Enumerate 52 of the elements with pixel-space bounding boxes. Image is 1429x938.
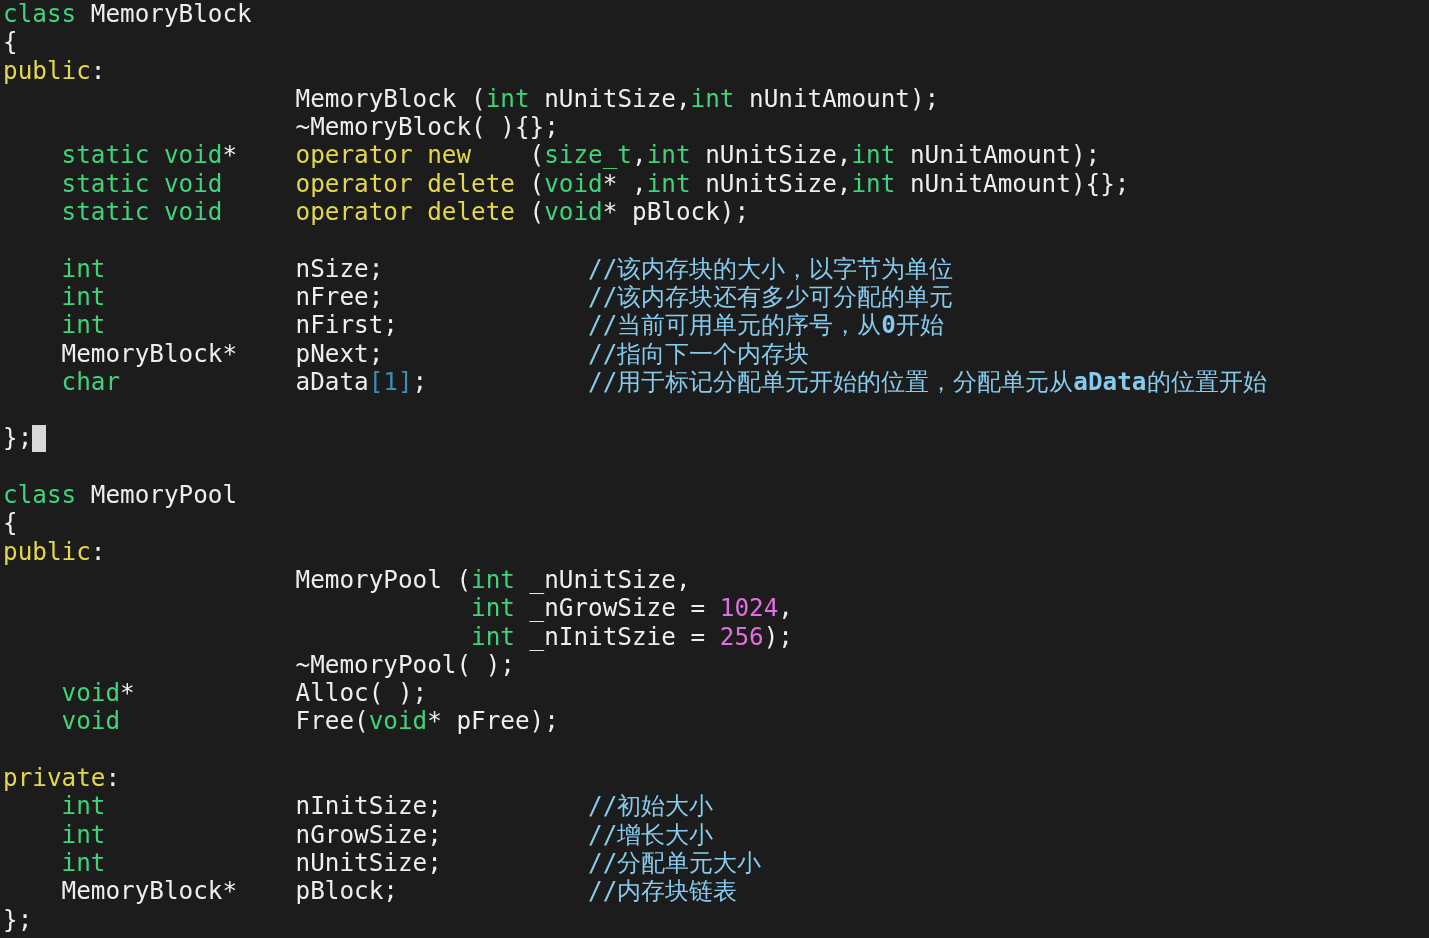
code-text: nFirst; <box>295 311 398 340</box>
code-text: nSize; <box>295 254 384 283</box>
code-comment: //该内存块的大小，以字节为单位 <box>588 254 954 283</box>
code-text: MemoryBlock (int nUnitSize,int nUnitAmount); <box>295 84 940 114</box>
code-comment: //指向下一个内存块 <box>588 339 810 368</box>
code-text: public: <box>3 537 106 566</box>
code-text: int _nInitSzie = 256); <box>471 622 793 651</box>
code-text: nFree; <box>295 282 384 312</box>
code-text: }; <box>3 905 33 934</box>
code-text: nUnitSize; <box>295 848 442 878</box>
code-text: { <box>3 509 18 538</box>
code-text: class MemoryBlock <box>3 0 252 29</box>
code-text: static void* <box>61 141 238 170</box>
code-text: public: <box>3 56 106 85</box>
code-text: int _nGrowSize = 1024, <box>471 594 793 623</box>
code-text: void <box>61 707 120 736</box>
code-text: ~MemoryPool( ); <box>295 650 515 680</box>
code-text: nGrowSize; <box>295 820 442 849</box>
code-text: }; <box>3 424 33 453</box>
code-text: operator delete (void* ,int nUnitSize,int nUnitAmount){}; <box>295 169 1130 199</box>
code-text: operator new (size_t,int nUnitSize,int nUnitAmount); <box>295 141 1101 170</box>
code-text: private: <box>3 764 121 793</box>
code-comment: //增长大小 <box>588 820 714 849</box>
code-text: MemoryPool (int _nUnitSize, <box>295 565 691 595</box>
code-comment: //当前可用单元的序号，从0开始 <box>588 311 944 340</box>
code-comment: //内存块链表 <box>588 877 738 906</box>
code-text: int <box>61 254 106 283</box>
code-text: Free(void* pFree); <box>295 707 559 736</box>
code-text: int <box>61 792 106 821</box>
code-text: Alloc( ); <box>295 679 428 708</box>
code-text: char <box>61 367 120 397</box>
code-text: static void <box>61 198 223 227</box>
code-text: aData[1]; <box>295 367 428 397</box>
code-comment: //分配单元大小 <box>588 848 762 878</box>
code-text: MemoryBlock* <box>61 339 238 368</box>
code-text: void* <box>61 679 135 708</box>
code-text: pNext; <box>295 339 384 368</box>
code-text: ~MemoryBlock( ){}; <box>295 113 559 142</box>
code-comment: //该内存块还有多少可分配的单元 <box>588 282 954 312</box>
code-text: static void <box>61 169 223 199</box>
code-text: int <box>61 311 106 340</box>
code-text: int <box>61 820 106 849</box>
code-text: MemoryBlock* <box>61 877 238 906</box>
code-text: { <box>3 28 18 57</box>
code-text: class MemoryPool <box>3 481 238 510</box>
code-text: operator delete (void* pBlock); <box>295 198 750 227</box>
code-text: pBlock; <box>295 877 398 906</box>
code-comment: //用于标记分配单元开始的位置，分配单元从aData的位置开始 <box>588 367 1267 397</box>
code-text: int <box>61 848 106 878</box>
code-text: int <box>61 282 106 312</box>
code-text: nInitSize; <box>295 792 442 821</box>
code-comment: //初始大小 <box>588 792 714 821</box>
